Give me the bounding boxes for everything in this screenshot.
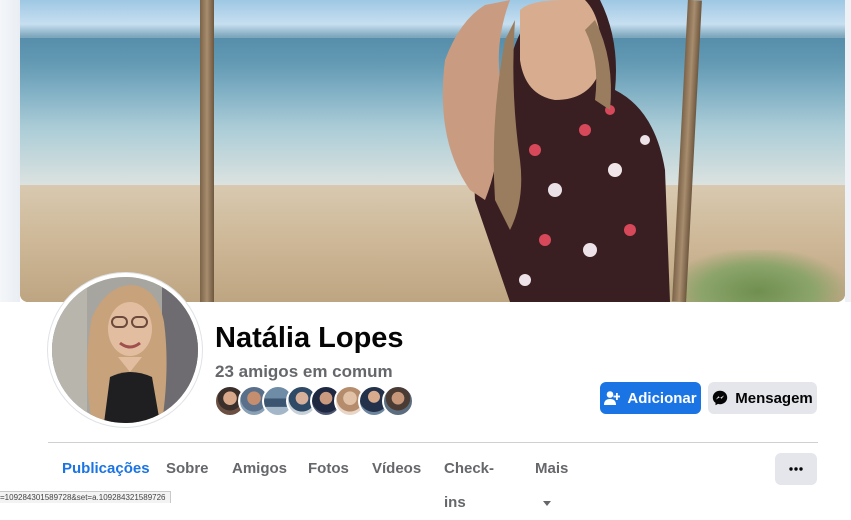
more-options-button[interactable] <box>775 453 817 485</box>
messenger-icon <box>713 390 728 406</box>
message-button[interactable]: Mensagem <box>708 382 817 414</box>
profile-name: Natália Lopes <box>215 322 404 354</box>
tab-publicacoes[interactable]: Publicações <box>62 452 150 486</box>
page-margin-right <box>845 0 851 302</box>
tab-sobre[interactable]: Sobre <box>166 452 209 486</box>
caret-down-icon <box>543 500 551 506</box>
message-label: Mensagem <box>735 389 813 407</box>
page-margin-left <box>0 0 20 302</box>
browser-status-url: =109284301589728&set=a.109284321589726 <box>0 491 171 503</box>
add-friend-button[interactable]: Adicionar <box>600 382 701 414</box>
cover-pole-left <box>200 0 214 302</box>
cover-photo[interactable] <box>20 0 845 302</box>
add-friend-icon <box>604 391 621 405</box>
tab-videos[interactable]: Vídeos <box>372 452 421 486</box>
more-dots-icon <box>789 467 803 471</box>
tab-mais-label: Mais <box>535 460 569 477</box>
tab-mais[interactable]: Mais <box>535 452 569 506</box>
cover-grass <box>670 250 845 302</box>
mutual-friend-avatar[interactable] <box>382 385 414 417</box>
tab-fotos[interactable]: Fotos <box>308 452 349 486</box>
add-friend-label: Adicionar <box>627 389 697 407</box>
avatar-photo <box>52 277 198 423</box>
header-divider <box>48 442 818 443</box>
avatar[interactable] <box>52 277 198 423</box>
tab-checkins[interactable]: Check-ins <box>444 452 494 511</box>
mutual-friends-count[interactable]: 23 amigos em comum <box>215 362 393 382</box>
tab-amigos[interactable]: Amigos <box>232 452 287 486</box>
cover-person <box>442 0 670 302</box>
